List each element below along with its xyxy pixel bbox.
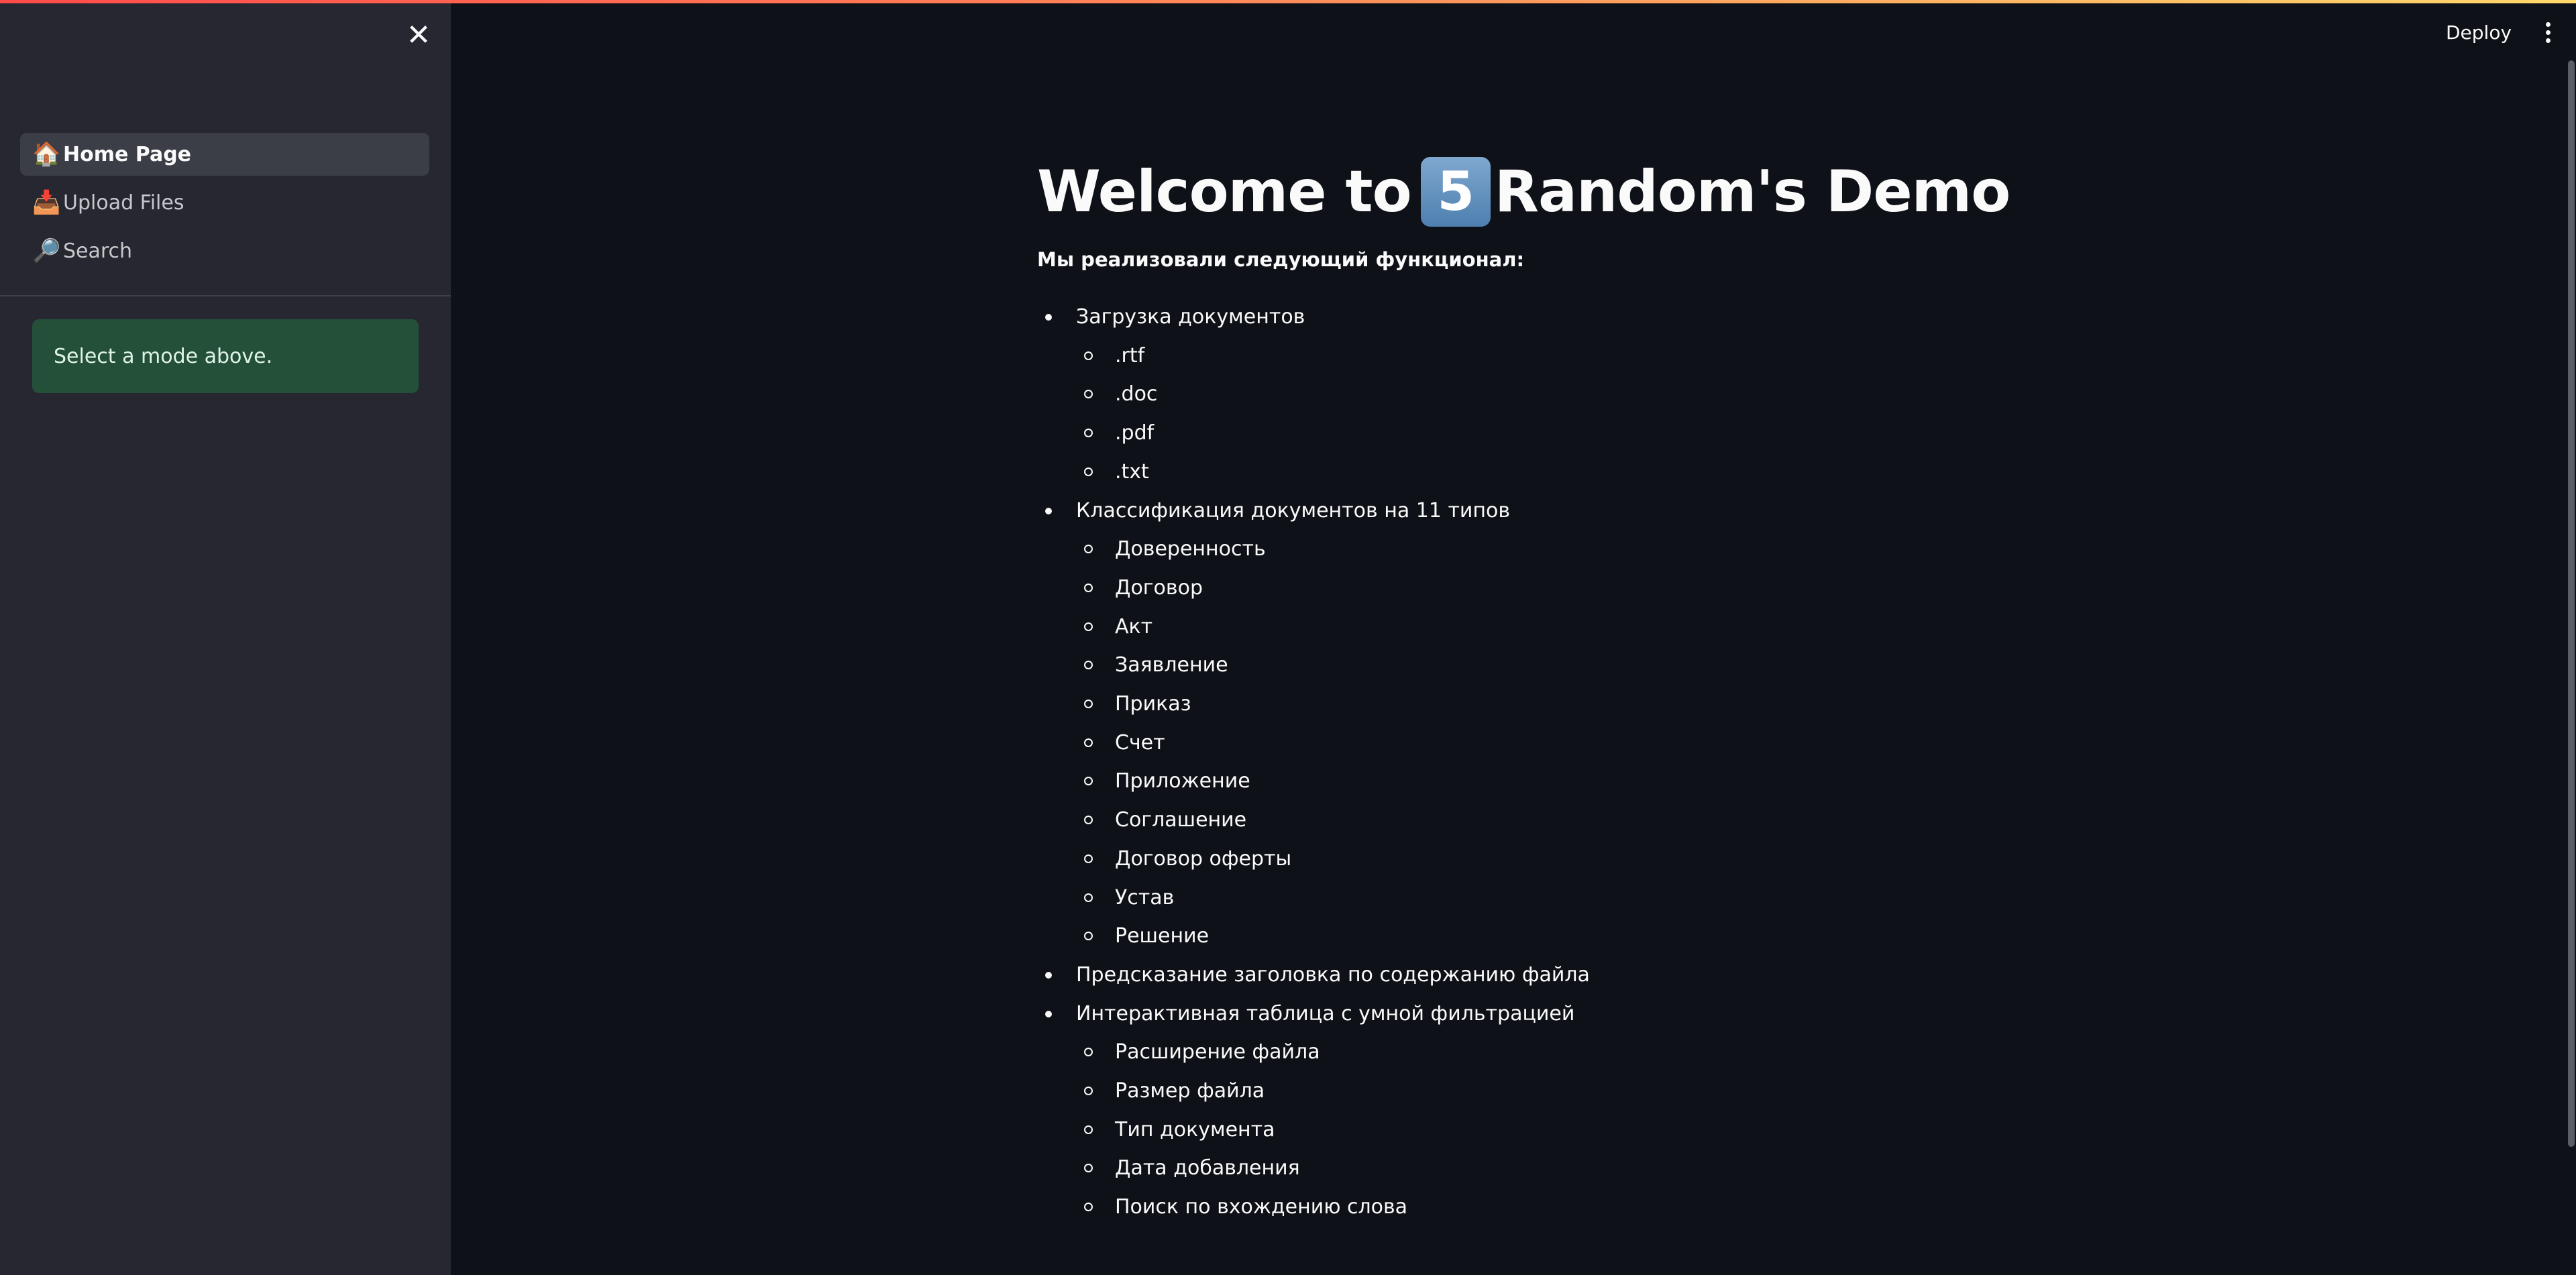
sidebar-item-label: Upload Files xyxy=(63,190,184,215)
sub-item: Договор xyxy=(1076,569,2379,608)
feature-sublist: .rtf .doc .pdf .txt xyxy=(1076,337,2379,492)
feature-list: Загрузка документов .rtf .doc .pdf .txt … xyxy=(1037,298,2379,1227)
close-icon[interactable]: ✕ xyxy=(401,17,436,52)
sub-item: .pdf xyxy=(1076,414,2379,453)
page-title: Welcome to 5 Random's Demo xyxy=(1037,152,2379,232)
feature-item: Предсказание заголовка по содержанию фай… xyxy=(1037,956,2379,995)
sidebar-nav: 🏠 Home Page 📥 Upload Files 🔎 Search xyxy=(20,133,429,278)
sub-item: Размер файла xyxy=(1076,1072,2379,1111)
scrollbar[interactable] xyxy=(2568,60,2575,1147)
sub-item: Расширение файла xyxy=(1076,1033,2379,1072)
sidebar-item-upload-files[interactable]: 📥 Upload Files xyxy=(20,181,429,224)
main-content: Welcome to 5 Random's Demo Мы реализовал… xyxy=(1037,152,2379,1227)
sidebar-item-label: Search xyxy=(63,239,133,263)
feature-label: Предсказание заголовка по содержанию фай… xyxy=(1076,962,1590,987)
sub-item: Приложение xyxy=(1076,762,2379,801)
page-title-suffix: Random's Demo xyxy=(1494,158,2011,225)
feature-item: Классификация документов на 11 типов Дов… xyxy=(1037,492,2379,956)
kebab-menu-icon[interactable] xyxy=(2534,15,2561,50)
inbox-tray-icon: 📥 xyxy=(32,189,61,216)
sub-item: Поиск по вхождению слова xyxy=(1076,1188,2379,1227)
feature-sublist: Доверенность Договор Акт Заявление Прика… xyxy=(1076,530,2379,956)
magnifier-icon: 🔎 xyxy=(32,237,61,264)
sub-item: .txt xyxy=(1076,453,2379,492)
sub-item: Соглашение xyxy=(1076,801,2379,840)
feature-label: Классификация документов на 11 типов xyxy=(1076,498,1511,522)
sub-item: Доверенность xyxy=(1076,530,2379,569)
info-alert-text: Select a mode above. xyxy=(54,344,273,368)
page-title-prefix: Welcome to xyxy=(1037,158,1412,225)
info-alert: Select a mode above. xyxy=(32,319,419,393)
sub-item: .doc xyxy=(1076,375,2379,414)
sub-item: Тип документа xyxy=(1076,1111,2379,1150)
keycap-digit-icon: 5 xyxy=(1420,157,1491,227)
sidebar-divider xyxy=(0,295,451,296)
sub-item: Устав xyxy=(1076,879,2379,918)
intro-text: Мы реализовали следующий функционал: xyxy=(1037,248,1525,271)
sub-item: Счет xyxy=(1076,724,2379,763)
sub-item: .rtf xyxy=(1076,337,2379,376)
sidebar-item-search[interactable]: 🔎 Search xyxy=(20,229,429,272)
sub-item: Приказ xyxy=(1076,685,2379,724)
sidebar-item-home-page[interactable]: 🏠 Home Page xyxy=(20,133,429,176)
sub-item: Договор оферты xyxy=(1076,840,2379,879)
sidebar-item-label: Home Page xyxy=(63,142,192,166)
sub-item: Решение xyxy=(1076,917,2379,956)
feature-item: Загрузка документов .rtf .doc .pdf .txt xyxy=(1037,298,2379,492)
sidebar: ✕ 🏠 Home Page 📥 Upload Files 🔎 Search Se… xyxy=(0,0,451,1275)
house-icon: 🏠 xyxy=(32,141,61,168)
top-decoration-bar xyxy=(0,0,2576,3)
sub-item: Акт xyxy=(1076,608,2379,647)
sub-item: Дата добавления xyxy=(1076,1149,2379,1188)
feature-label: Интерактивная таблица с умной фильтрацие… xyxy=(1076,1001,1575,1025)
feature-item: Интерактивная таблица с умной фильтрацие… xyxy=(1037,995,2379,1227)
sub-item: Заявление xyxy=(1076,646,2379,685)
deploy-button[interactable]: Deploy xyxy=(2436,16,2521,48)
feature-label: Загрузка документов xyxy=(1076,305,1305,329)
feature-sublist: Расширение файла Размер файла Тип докуме… xyxy=(1076,1033,2379,1227)
